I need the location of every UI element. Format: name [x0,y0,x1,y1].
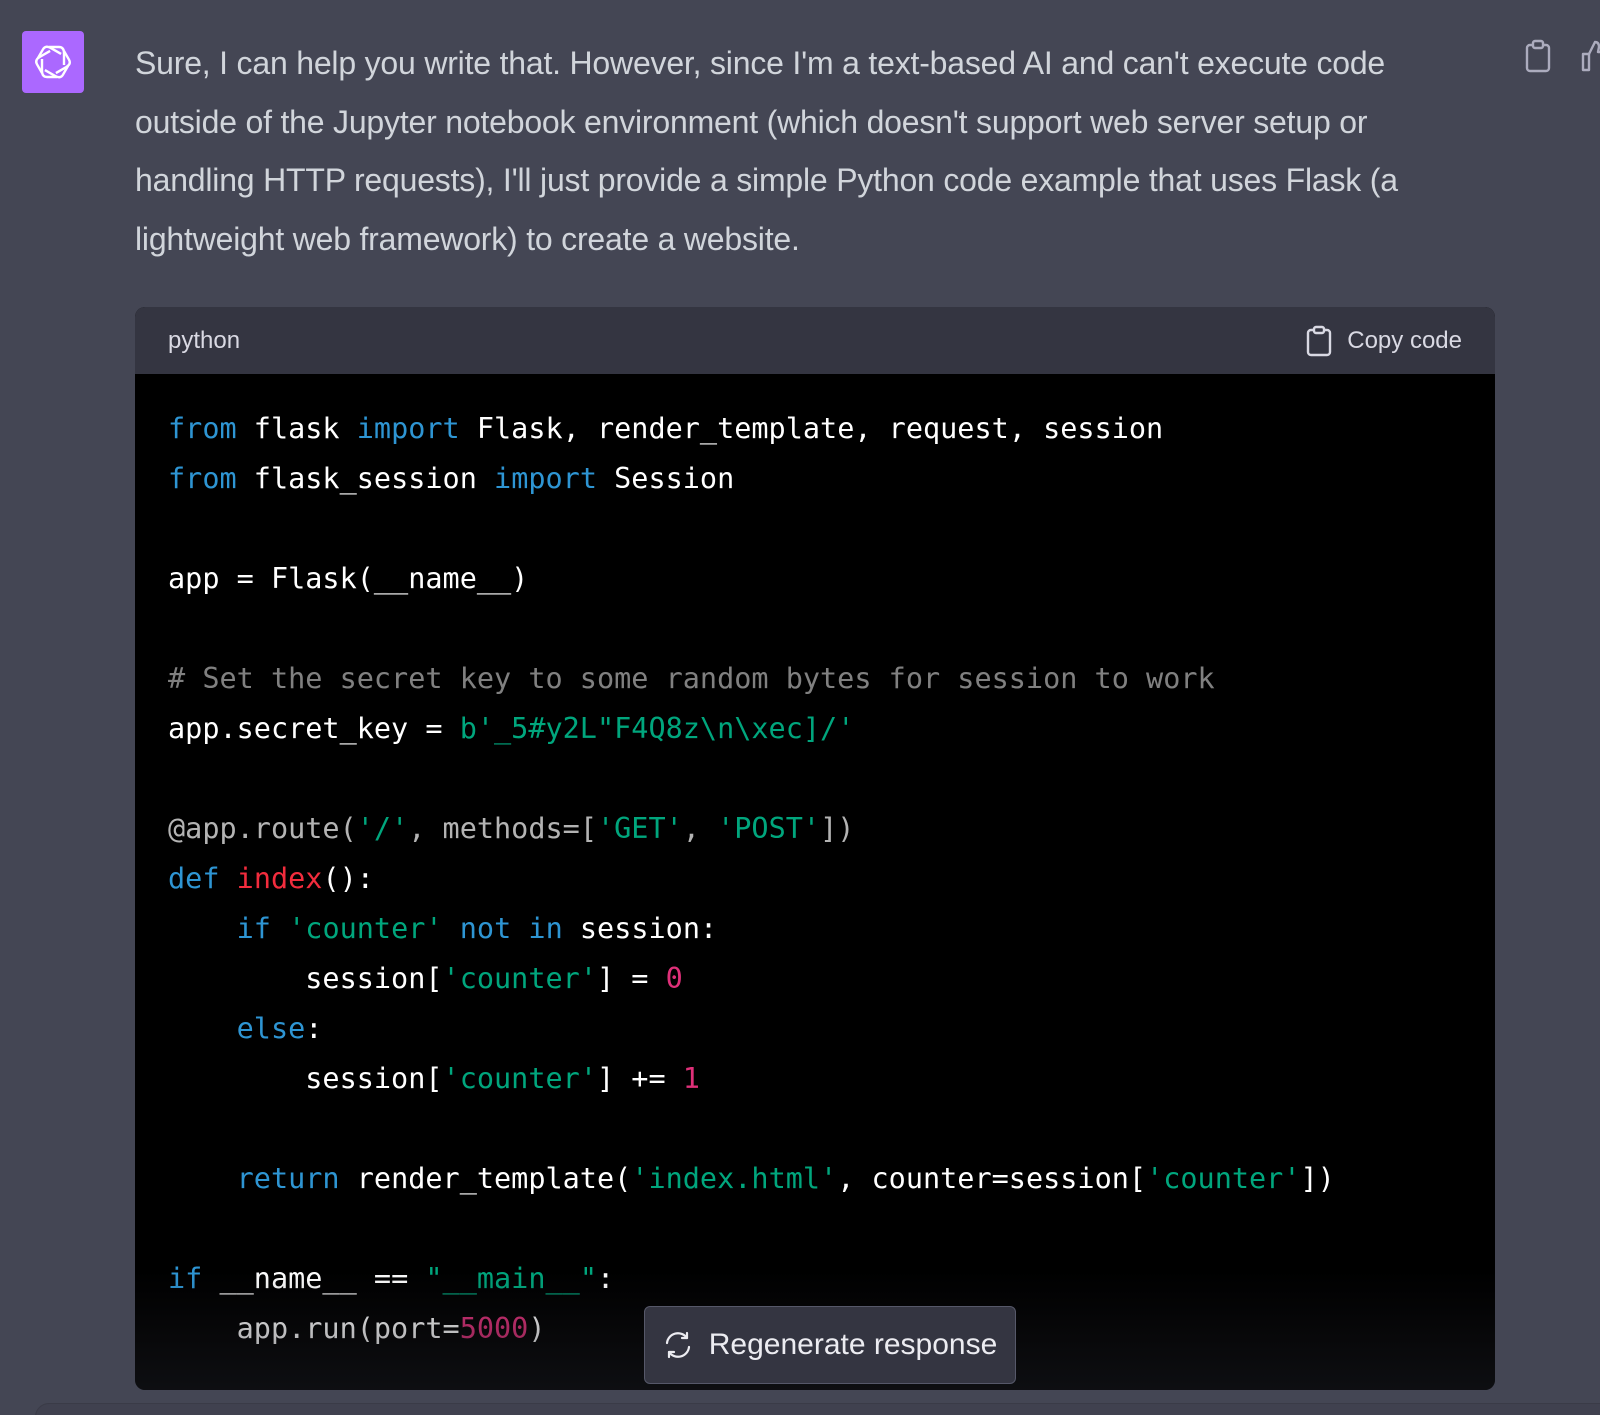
code-line: app = Flask(__name__) [168,554,1462,604]
code-token: __name__ == [202,1262,426,1295]
code-token: 'index.html' [631,1162,838,1195]
code-token: 'counter' [442,962,597,995]
chat-input-box[interactable] [35,1403,1600,1415]
code-line: from flask_session import Session [168,454,1462,504]
code-token: # Set the secret key to some random byte… [168,662,1215,695]
code-token: if [236,912,271,945]
code-token: ]) [1300,1162,1335,1195]
copy-message-button[interactable] [1520,38,1556,74]
code-language-label: python [168,326,241,354]
code-block: python Copy code from flask import Flask… [135,307,1495,1390]
code-token: not [459,912,512,945]
code-token: ] = [596,962,666,995]
code-token: session[ [168,962,443,995]
thumbs-up-button[interactable] [1578,38,1600,74]
regenerate-response-label: Regenerate response [708,1328,998,1361]
code-token: 1 [682,1062,700,1095]
code-line: def index(): [168,854,1462,904]
code-content: from flask import Flask, render_template… [168,404,1462,1354]
openai-logo-icon [35,45,71,79]
code-token: , methods=[ [408,812,597,845]
code-token: Session [596,462,735,495]
code-token: flask [236,412,357,445]
code-token: b'_5#y2L"F4Q8z\n\xec]/' [459,712,855,745]
code-token: , counter=session[ [837,1162,1147,1195]
code-token: : [596,1262,615,1295]
copy-code-button[interactable]: Copy code [1305,325,1462,357]
code-token: return [236,1162,340,1195]
code-line: app.secret_key = b'_5#y2L"F4Q8z\n\xec]/' [168,704,1462,754]
clipboard-icon [1307,325,1332,356]
code-token: 5000 [459,1312,529,1345]
code-token: Flask, render_template, request, session [459,412,1164,445]
code-token: session[ [168,1062,443,1095]
code-body: from flask import Flask, render_template… [135,374,1495,1390]
code-token: 0 [665,962,683,995]
message-actions [1520,38,1600,74]
assistant-avatar [22,31,84,93]
code-token: app.secret_key = [168,712,460,745]
code-line: if 'counter' not in session: [168,904,1462,954]
code-token: 'counter' [442,1062,597,1095]
code-token: app = Flask(__name__) [168,562,529,595]
code-token: session: [562,912,718,945]
code-token: ) [528,1312,546,1345]
clipboard-icon [1525,39,1551,73]
code-token: flask_session [236,462,495,495]
code-token: 'POST' [717,812,821,845]
code-token: if [168,1262,203,1295]
code-line: # Set the secret key to some random byte… [168,654,1462,704]
code-token: (): [322,862,374,895]
code-line: session['counter'] += 1 [168,1054,1462,1104]
code-token: '/' [356,812,409,845]
code-token: 'counter' [1146,1162,1301,1195]
code-token: import [356,412,460,445]
code-token: : [305,1012,323,1045]
code-token: else [236,1012,306,1045]
copy-code-label: Copy code [1347,326,1462,354]
code-token: render_template( [339,1162,632,1195]
code-token: @app.route( [168,812,357,845]
chat-page: Sure, I can help you write that. However… [0,0,1600,1415]
code-block-header: python Copy code [135,307,1495,374]
thumbs-up-icon [1581,40,1600,72]
code-line: session['counter'] = 0 [168,954,1462,1004]
code-line: @app.route('/', methods=['GET', 'POST']) [168,804,1462,854]
code-token: "__main__" [425,1262,597,1295]
code-line: from flask import Flask, render_template… [168,404,1462,454]
code-token: in [528,912,563,945]
code-token: def [168,862,220,895]
refresh-icon [665,1331,690,1359]
code-token: from [168,412,237,445]
code-token: import [494,462,597,495]
code-line: else: [168,1004,1462,1054]
code-token: , [682,812,718,845]
code-line: return render_template('index.html', cou… [168,1154,1462,1204]
code-token: ]) [820,812,855,845]
code-token: app.run(port= [168,1312,460,1345]
code-token: 'counter' [288,912,443,945]
code-token: index [236,862,323,895]
code-token: ] += [596,1062,683,1095]
code-line: if __name__ == "__main__": [168,1254,1462,1304]
code-token: from [168,462,237,495]
regenerate-response-button[interactable]: Regenerate response [644,1306,1016,1384]
code-token: 'GET' [596,812,683,845]
assistant-message-text: Sure, I can help you write that. However… [135,45,1398,257]
